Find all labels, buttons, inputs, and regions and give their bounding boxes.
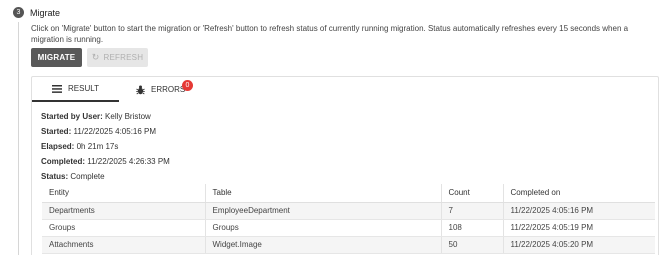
info-status: Status: Complete xyxy=(41,172,105,181)
info-status-label: Status: xyxy=(41,172,69,181)
cell-count: 50 xyxy=(440,236,503,254)
migrate-button-label: MIGRATE xyxy=(37,53,76,62)
info-elapsed-label: Elapsed: xyxy=(41,142,75,151)
step-description: Click on 'Migrate' button to start the m… xyxy=(31,24,629,44)
info-started: Started: 11/22/2025 4:05:16 PM xyxy=(41,127,156,136)
info-elapsed: Elapsed: 0h 21m 17s xyxy=(41,142,118,151)
column-header-completed-on[interactable]: Completed on xyxy=(502,184,655,203)
info-status-value: Complete xyxy=(70,172,105,181)
info-completed: Completed: 11/22/2025 4:26:33 PM xyxy=(41,157,170,166)
tab-errors[interactable]: ERRORS 0 xyxy=(136,77,206,102)
cell-entity: Groups xyxy=(42,219,205,237)
tab-result[interactable]: RESULT xyxy=(32,77,119,102)
step-title: Migrate xyxy=(30,7,61,18)
bug-icon xyxy=(136,85,145,95)
cell-count: 7 xyxy=(440,202,503,220)
cell-completed-on: 11/22/2025 4:05:19 PM xyxy=(502,219,655,237)
cell-completed-on: 11/22/2025 4:05:16 PM xyxy=(502,202,655,220)
column-header-table[interactable]: Table xyxy=(204,184,441,203)
step-connector-line xyxy=(18,22,19,255)
cell-entity: Departments xyxy=(42,202,205,220)
list-icon xyxy=(52,84,63,93)
refresh-button-label: REFRESH xyxy=(103,53,144,62)
info-started-label: Started: xyxy=(41,127,72,136)
cell-completed-on: 11/22/2025 4:05:20 PM xyxy=(502,236,655,254)
column-header-entity[interactable]: Entity xyxy=(42,184,205,203)
refresh-icon: ↻ xyxy=(91,52,100,62)
info-completed-value: 11/22/2025 4:26:33 PM xyxy=(87,157,170,166)
refresh-button[interactable]: ↻ REFRESH xyxy=(87,48,148,67)
table-row: Departments EmployeeDepartment 7 11/22/2… xyxy=(42,202,655,220)
cell-table: Groups xyxy=(204,219,441,237)
table-row: Groups Groups 108 11/22/2025 4:05:19 PM xyxy=(42,219,655,237)
errors-count-badge: 0 xyxy=(182,80,193,91)
migrate-button[interactable]: MIGRATE xyxy=(31,48,82,67)
info-started-by-label: Started by User: xyxy=(41,112,103,121)
table-header-row: Entity Table Count Completed on xyxy=(42,184,655,203)
cell-count: 108 xyxy=(440,219,503,237)
tab-result-label: RESULT xyxy=(68,84,99,93)
tab-bar: RESULT ERRORS 0 xyxy=(32,77,658,102)
results-panel: RESULT ERRORS 0 Started by User: Kelly B… xyxy=(31,76,659,255)
info-started-by-value: Kelly Bristow xyxy=(105,112,151,121)
migration-results-table: Entity Table Count Completed on Departme… xyxy=(42,184,655,254)
info-started-value: 11/22/2025 4:05:16 PM xyxy=(73,127,157,136)
cell-entity: Attachments xyxy=(42,236,205,254)
info-completed-label: Completed: xyxy=(41,157,85,166)
column-header-count[interactable]: Count xyxy=(440,184,503,203)
table-row: Attachments Widget.Image 50 11/22/2025 4… xyxy=(42,236,655,254)
step-header: 3 Migrate xyxy=(13,7,60,18)
tab-errors-label: ERRORS xyxy=(151,85,186,94)
cell-table: Widget.Image xyxy=(204,236,441,254)
cell-table: EmployeeDepartment xyxy=(204,202,441,220)
info-elapsed-value: 0h 21m 17s xyxy=(76,142,119,151)
info-started-by: Started by User: Kelly Bristow xyxy=(41,112,151,121)
step-number-badge: 3 xyxy=(13,7,24,18)
